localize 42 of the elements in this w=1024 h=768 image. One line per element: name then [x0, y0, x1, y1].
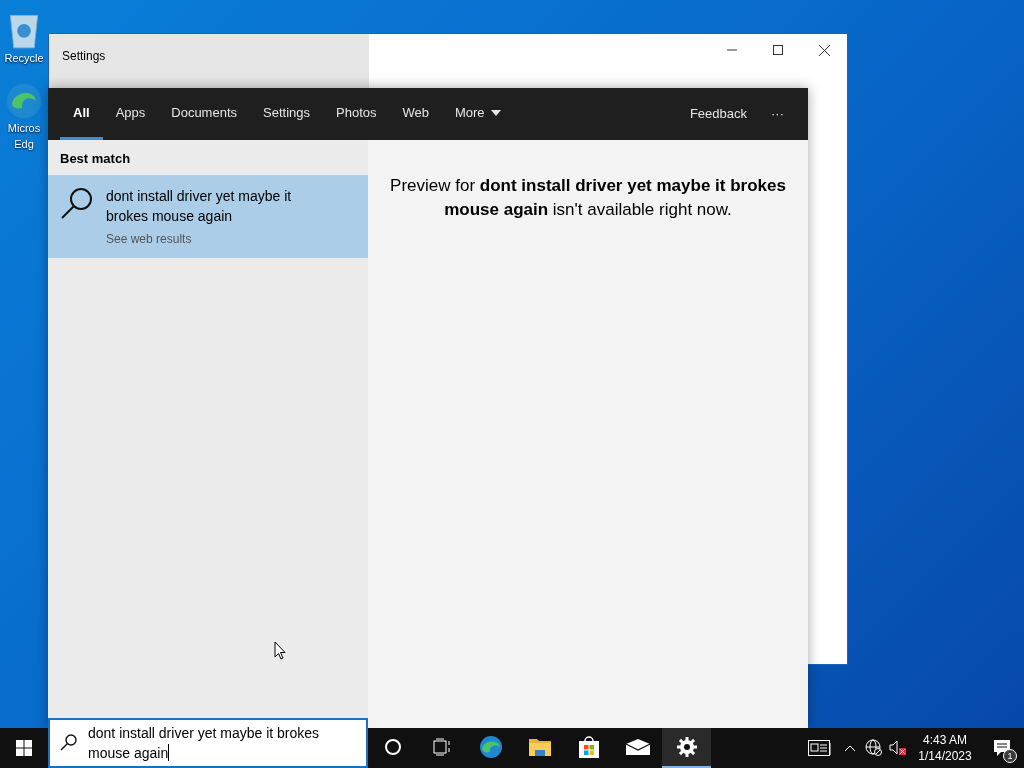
- desktop-icon-label: Micros: [7, 121, 41, 136]
- notification-badge: 1: [1003, 749, 1017, 763]
- taskbar-app-button[interactable]: [662, 728, 711, 768]
- edge-icon: [478, 735, 503, 759]
- result-title: dont install driver yet maybe it brokes mouse again: [106, 186, 293, 226]
- gear-icon: [675, 736, 698, 758]
- muted-speaker-icon: [889, 740, 907, 756]
- close-icon: [818, 44, 830, 56]
- preview-message: Preview for dont install driver yet maybe it brokes mouse again isn't available right now.: [389, 175, 787, 221]
- minimize-icon: [727, 49, 737, 51]
- chevron-up-icon: [844, 744, 856, 752]
- filter-tab[interactable]: More: [442, 88, 514, 140]
- best-match-result[interactable]: dont install driver yet maybe it brokes mouse again See web results: [48, 174, 368, 258]
- folder-icon: [527, 737, 552, 757]
- search-icon: [60, 185, 94, 220]
- circle-icon: [383, 738, 402, 756]
- mouse-cursor-icon: [274, 641, 286, 660]
- more-options-button[interactable]: ···: [759, 88, 796, 140]
- globe-icon: [865, 739, 883, 757]
- search-box[interactable]: dont install driver yet maybe it brokes mouse again: [48, 718, 368, 768]
- filter-tab[interactable]: Documents: [158, 88, 250, 140]
- notification-button[interactable]: 1: [980, 728, 1024, 768]
- message-icon: [993, 739, 1011, 757]
- filter-tab[interactable]: Apps: [102, 88, 159, 140]
- windows-logo-icon: [16, 740, 32, 756]
- filter-tab[interactable]: Settings: [250, 88, 323, 140]
- task-view-icon: [432, 738, 451, 756]
- newspaper-icon: [808, 740, 832, 756]
- search-query: dont install driver yet maybe it brokes mouse again: [88, 723, 353, 763]
- clock-button[interactable]: 4:43 AM 1/14/2023: [910, 728, 980, 768]
- search-icon: [60, 733, 78, 751]
- desktop-icon-label: Edg: [14, 137, 34, 152]
- filter-tab[interactable]: Web: [389, 88, 442, 140]
- maximize-icon: [773, 45, 783, 55]
- feedback-button[interactable]: Feedback: [677, 88, 759, 140]
- envelope-icon: [624, 738, 651, 756]
- shopping-bag-icon: [577, 735, 600, 759]
- window-title: Settings: [62, 49, 106, 63]
- section-title: Best match: [59, 150, 132, 168]
- result-subtitle: See web results: [106, 230, 193, 248]
- filter-tab[interactable]: Photos: [323, 88, 390, 140]
- desktop-icon-label: Recycle: [4, 51, 44, 66]
